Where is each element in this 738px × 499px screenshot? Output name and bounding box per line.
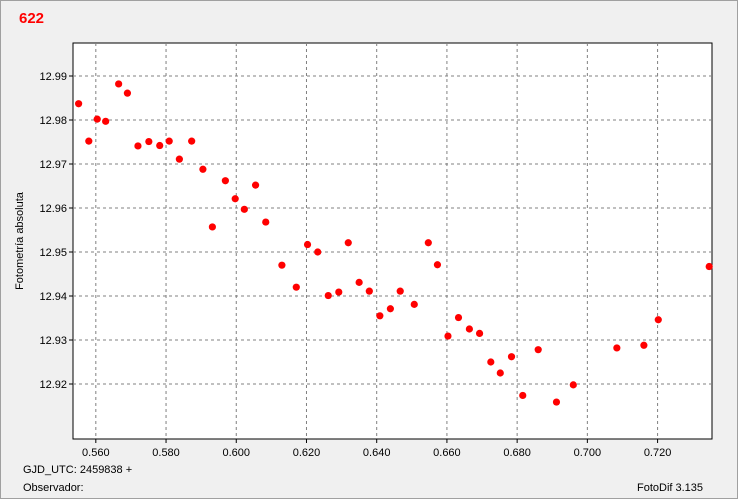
data-point bbox=[475, 329, 484, 337]
data-point bbox=[355, 278, 363, 286]
y-axis-ticks: 12.92 12.93 12.94 12.95 12.96 12.97 12.98 12.99 bbox=[39, 71, 73, 391]
data-point bbox=[251, 181, 260, 189]
data-point bbox=[165, 137, 173, 145]
data-point bbox=[410, 300, 418, 308]
data-point bbox=[262, 218, 270, 226]
data-point bbox=[240, 205, 248, 213]
data-point bbox=[654, 316, 662, 324]
data-point bbox=[85, 137, 93, 145]
data-point bbox=[221, 177, 229, 185]
y-axis-title: Fotometría absoluta bbox=[14, 191, 26, 290]
software-version: FotoDif 3.135 bbox=[637, 482, 704, 494]
y-tick-label: 12.92 bbox=[39, 379, 67, 391]
y-tick-label: 12.97 bbox=[39, 159, 67, 171]
y-tick-label: 12.93 bbox=[39, 335, 67, 347]
y-tick-label: 12.94 bbox=[39, 291, 67, 303]
data-point bbox=[199, 165, 207, 173]
data-point bbox=[344, 239, 352, 247]
x-tick-label: 0.580 bbox=[152, 447, 180, 459]
data-point bbox=[188, 137, 196, 145]
data-point bbox=[396, 287, 404, 295]
y-tick-label: 12.96 bbox=[39, 203, 67, 215]
x-axis-ticks: 0.560 0.580 0.600 0.620 0.640 0.660 0.680 0.700… bbox=[82, 439, 671, 459]
x-tick-label: 0.660 bbox=[433, 447, 461, 459]
data-point bbox=[231, 195, 239, 203]
data-point bbox=[156, 141, 164, 150]
data-point bbox=[93, 115, 101, 123]
y-tick-label: 12.99 bbox=[39, 71, 67, 83]
gjd-label: GJD_UTC: 2459838 + bbox=[23, 464, 133, 476]
data-point bbox=[507, 353, 516, 361]
data-point bbox=[640, 341, 648, 349]
y-tick-label: 12.95 bbox=[39, 247, 67, 259]
x-tick-label: 0.640 bbox=[363, 447, 391, 459]
data-point bbox=[75, 100, 83, 108]
plot-area bbox=[72, 42, 713, 440]
data-point bbox=[145, 137, 153, 146]
data-point bbox=[303, 240, 312, 249]
x-tick-label: 0.600 bbox=[222, 447, 250, 459]
data-point bbox=[496, 369, 504, 377]
data-point bbox=[314, 248, 322, 256]
data-point bbox=[454, 313, 463, 322]
data-point bbox=[175, 155, 183, 163]
data-point bbox=[386, 305, 394, 313]
chart-window: 622 0.560 0.580 0.600 0.620 0.640 0.660 0.680 0… bbox=[0, 0, 738, 499]
data-point bbox=[365, 287, 373, 295]
data-point bbox=[613, 344, 621, 352]
data-point bbox=[376, 312, 384, 320]
x-tick-label: 0.560 bbox=[82, 447, 110, 459]
data-point bbox=[569, 381, 577, 389]
observer-label: Observador: bbox=[23, 482, 84, 494]
data-point bbox=[208, 223, 216, 231]
data-point bbox=[102, 117, 110, 125]
data-point bbox=[487, 358, 495, 366]
data-point bbox=[292, 283, 300, 291]
data-point bbox=[278, 261, 286, 269]
data-point bbox=[335, 288, 343, 296]
data-point bbox=[465, 325, 473, 333]
x-tick-label: 0.700 bbox=[574, 447, 602, 459]
data-point bbox=[134, 142, 142, 150]
data-point bbox=[324, 291, 332, 300]
data-point bbox=[444, 332, 452, 340]
scatter-plot: 0.560 0.580 0.600 0.620 0.640 0.660 0.680 0.700… bbox=[14, 42, 713, 459]
data-point bbox=[424, 239, 432, 247]
x-tick-label: 0.720 bbox=[644, 447, 672, 459]
data-point bbox=[115, 80, 123, 88]
data-point bbox=[123, 89, 132, 97]
data-point bbox=[534, 346, 542, 354]
y-tick-label: 12.98 bbox=[39, 115, 67, 127]
data-point bbox=[705, 262, 713, 271]
x-tick-label: 0.620 bbox=[293, 447, 321, 459]
data-point bbox=[552, 398, 561, 406]
data-point bbox=[433, 261, 442, 269]
data-point bbox=[519, 391, 527, 400]
x-tick-label: 0.680 bbox=[503, 447, 531, 459]
